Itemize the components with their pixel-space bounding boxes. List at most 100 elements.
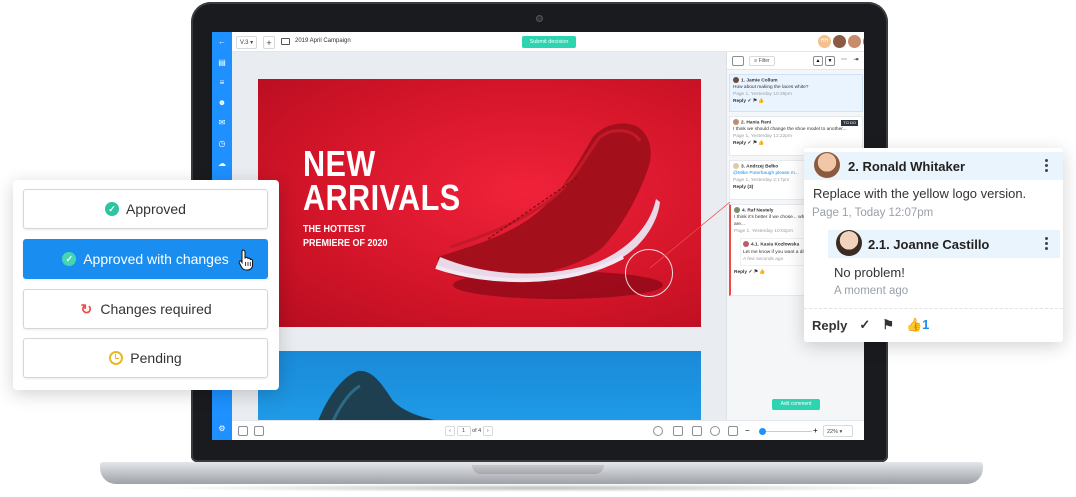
comment-text: How about making the laces white? xyxy=(733,85,809,91)
version-label: V.3 xyxy=(240,40,249,46)
zoom-select[interactable]: 22% ▾ xyxy=(823,425,853,437)
reply-meta: A moment ago xyxy=(834,285,909,297)
add-comment-button[interactable]: Add comment xyxy=(772,399,820,410)
reply-text: No problem! xyxy=(834,265,905,280)
comment-text: I think we should change the shoe model … xyxy=(733,127,847,133)
settings-icon[interactable]: ⚙ xyxy=(217,424,227,434)
fit-icon[interactable] xyxy=(728,426,738,436)
down-arrow-icon[interactable]: ▼ xyxy=(825,56,835,66)
check-circle-icon: ✓ xyxy=(105,202,120,216)
banner-sub-line: THE HOTTEST xyxy=(303,224,366,235)
page-navigator: ‹ 1 of 4 › xyxy=(445,425,493,437)
banner-sub-line: PREMIERE OF 2020 xyxy=(303,238,388,249)
status-label: Changes required xyxy=(100,301,212,317)
next-page-button[interactable]: › xyxy=(482,425,493,436)
status-changes-required-button[interactable]: ↻ Changes required xyxy=(23,289,268,329)
clock-icon xyxy=(109,351,124,365)
todo-badge[interactable]: TO DO xyxy=(841,120,858,126)
zoom-slider[interactable] xyxy=(762,431,812,432)
avatar[interactable] xyxy=(863,35,864,48)
version-select[interactable]: V.3 ▾ xyxy=(236,36,258,49)
like-button[interactable]: 👍1 xyxy=(906,317,929,333)
comment-item[interactable]: 1. Jamie Collum How about making the lac… xyxy=(729,74,863,112)
comment-panel-toolbar: ≡ Filter ▲ ▼ ⋯ ⇥ xyxy=(727,52,864,70)
comment-author: 1. Jamie Collum xyxy=(741,78,778,84)
target-icon[interactable] xyxy=(653,426,663,436)
pages-icon[interactable] xyxy=(238,426,248,436)
submit-decision-button[interactable]: Submit decision xyxy=(522,36,576,48)
prev-page-button[interactable]: ‹ xyxy=(445,425,455,436)
like-icon[interactable]: 👍 xyxy=(758,99,764,104)
avatar-initials[interactable]: HH xyxy=(818,35,831,48)
avatar xyxy=(814,152,840,178)
avatar[interactable] xyxy=(833,35,846,48)
filter-button[interactable]: ≡ Filter xyxy=(749,56,775,66)
avatar xyxy=(733,77,739,83)
reply-link[interactable]: Reply xyxy=(733,99,746,104)
zoom-value: 22% xyxy=(827,429,839,435)
hand-icon[interactable] xyxy=(692,426,702,436)
reply-author: 2.1. Joanne Castillo xyxy=(868,237,990,252)
comment-detail-card: 2. Ronald Whitaker Replace with the yell… xyxy=(804,148,1063,342)
banner-subheadline: THE HOTTEST PREMIERE OF 2020 xyxy=(303,223,388,251)
back-arrow-icon[interactable]: ← xyxy=(217,37,227,47)
rotate-icon[interactable] xyxy=(710,426,720,436)
comment-text: Replace with the yellow logo version. xyxy=(813,186,1027,201)
collapse-icon[interactable]: ⇥ xyxy=(851,56,861,66)
more-options-icon[interactable] xyxy=(1045,237,1049,252)
check-circle-icon: ✓ xyxy=(62,252,77,266)
sort-icon[interactable] xyxy=(732,56,744,66)
status-approved-button[interactable]: ✓ Approved xyxy=(23,189,268,229)
monitor-icon[interactable] xyxy=(281,38,290,45)
mail-icon[interactable]: ✉ xyxy=(217,118,227,128)
like-count: 1 xyxy=(922,317,930,332)
compare-icon[interactable] xyxy=(254,426,264,436)
zoom-out-icon[interactable]: − xyxy=(745,426,755,436)
comment-author: 2. Hania Reni xyxy=(741,120,772,126)
more-icon[interactable]: ⋯ xyxy=(839,56,849,66)
avatar xyxy=(836,230,862,256)
user-icon[interactable]: ☻ xyxy=(217,98,227,108)
comment-actions: Reply ✓ ⚑ 👍 xyxy=(733,99,765,105)
cloud-icon[interactable]: ☁ xyxy=(217,159,227,169)
add-version-button[interactable]: + xyxy=(263,36,275,49)
reply-link[interactable]: Reply xyxy=(733,141,746,146)
avatar[interactable] xyxy=(848,35,861,48)
status-label: Approved with changes xyxy=(83,251,229,267)
list-icon[interactable]: ≡ xyxy=(217,78,227,88)
comment-meta: Page 1, Today 12:07pm xyxy=(812,207,934,219)
status-approved-with-changes-button[interactable]: ✓ Approved with changes xyxy=(23,239,268,279)
like-icon[interactable]: 👍 xyxy=(758,141,764,146)
flag-icon[interactable]: ⚑ xyxy=(882,317,894,333)
hand-cursor-icon xyxy=(238,249,253,271)
reply-button[interactable]: Reply xyxy=(812,318,847,333)
more-options-icon[interactable] xyxy=(1045,159,1049,174)
status-label: Pending xyxy=(130,350,182,366)
bottom-toolbar: ‹ 1 of 4 › − + 22% ▾ xyxy=(232,420,864,440)
laptop-notch xyxy=(472,465,604,474)
resolve-check-icon[interactable]: ✓ xyxy=(859,317,870,333)
zoom-in-icon[interactable]: + xyxy=(813,426,823,436)
banner-headline-line: NEW xyxy=(303,143,376,184)
sneaker-image-2 xyxy=(318,370,435,420)
page-input[interactable]: 1 xyxy=(456,425,471,436)
camera xyxy=(536,15,543,22)
up-arrow-icon[interactable]: ▲ xyxy=(813,56,823,66)
laptop-shadow xyxy=(150,484,930,492)
decision-status-menu: ✓ Approved ✓ Approved with changes ↻ Cha… xyxy=(13,180,279,390)
history-icon[interactable]: ◷ xyxy=(217,139,227,149)
comment-meta: Page 1, Yesterday 10:29pm xyxy=(733,92,792,98)
banner-headline-line: ARRIVALS xyxy=(303,177,461,218)
zoom-slider-handle[interactable] xyxy=(759,428,766,435)
comment-actions: Reply ✓ ⚑ 👍1 xyxy=(812,317,929,333)
comment-actions: Reply ✓ ⚑ 👍 xyxy=(733,141,765,147)
filter-label: Filter xyxy=(758,58,770,64)
banner-red: NEW ARRIVALS THE HOTTEST PREMIERE OF 202… xyxy=(258,79,701,327)
avatar xyxy=(733,119,739,125)
status-pending-button[interactable]: Pending xyxy=(23,338,268,378)
status-label: Approved xyxy=(126,201,186,217)
folder-icon[interactable]: ▤ xyxy=(217,58,227,68)
reply-link[interactable]: Reply xyxy=(734,270,747,275)
top-toolbar: V.3 ▾ + 2019 April Campaign Submit decis… xyxy=(232,32,864,52)
ruler-icon[interactable] xyxy=(673,426,683,436)
